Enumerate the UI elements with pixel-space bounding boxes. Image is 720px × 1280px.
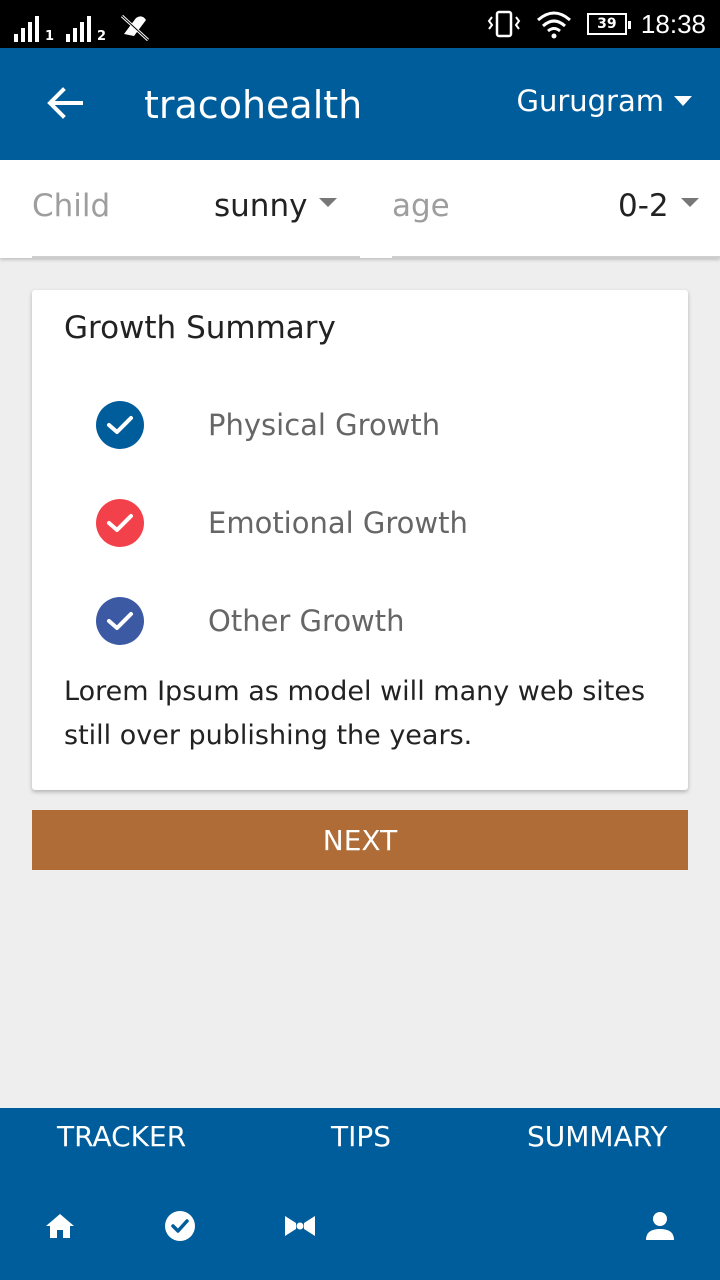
- check-circle-icon: [96, 401, 144, 449]
- age-value: 0-2: [618, 188, 669, 224]
- arrow-back-icon: [47, 87, 83, 119]
- battery-level: 39: [597, 16, 617, 32]
- age-underline: [392, 256, 720, 258]
- sim1-label: 1: [45, 29, 55, 44]
- bowtie-icon[interactable]: [280, 1206, 320, 1246]
- growth-item-label: Physical Growth: [208, 408, 441, 442]
- filter-bar: Child sunny age 0-2: [0, 160, 720, 258]
- growth-item-other[interactable]: Other Growth: [96, 596, 405, 646]
- city-dropdown[interactable]: Gurugram: [516, 84, 692, 118]
- age-label: age: [392, 188, 450, 224]
- mute-icon: [121, 14, 150, 42]
- dropdown-caret-icon: [680, 197, 699, 207]
- tab-tips[interactable]: TIPS: [331, 1120, 391, 1153]
- app-bar: tracohealth Gurugram: [0, 48, 720, 160]
- person-icon[interactable]: [640, 1206, 680, 1246]
- back-button[interactable]: [40, 78, 90, 128]
- sim2-label: 2: [97, 29, 107, 44]
- check-circle-icon[interactable]: [160, 1206, 200, 1246]
- signal-strength-icon: [14, 16, 39, 42]
- home-icon[interactable]: [40, 1206, 80, 1246]
- growth-summary-card: Growth Summary Physical Growth Emotional…: [32, 290, 688, 790]
- dropdown-caret-icon: [319, 197, 338, 207]
- battery-icon: 39: [586, 13, 631, 35]
- age-dropdown[interactable]: 0-2: [618, 188, 699, 224]
- growth-item-emotional[interactable]: Emotional Growth: [96, 498, 468, 548]
- child-underline: [32, 256, 360, 258]
- status-bar: 1 2 39 18:38: [0, 0, 720, 48]
- status-right: 39 18:38: [487, 0, 706, 48]
- child-dropdown[interactable]: sunny: [214, 188, 338, 224]
- app-title: tracohealth: [144, 83, 363, 127]
- child-label: Child: [32, 188, 111, 224]
- clock: 18:38: [640, 8, 706, 39]
- tab-tracker[interactable]: TRACKER: [57, 1120, 186, 1153]
- tab-summary[interactable]: SUMMARY: [527, 1120, 668, 1153]
- dropdown-caret-icon: [674, 96, 692, 106]
- card-title: Growth Summary: [64, 310, 336, 346]
- next-button[interactable]: NEXT: [32, 810, 688, 870]
- bottom-nav: TRACKER TIPS SUMMARY: [0, 1108, 720, 1280]
- growth-item-label: Emotional Growth: [208, 506, 468, 540]
- summary-description: Lorem Ipsum as model will many web sites…: [64, 676, 646, 751]
- vibrate-icon: [487, 10, 521, 38]
- growth-item-physical[interactable]: Physical Growth: [96, 400, 440, 450]
- wifi-icon: [536, 11, 571, 39]
- city-value: Gurugram: [516, 84, 664, 118]
- child-value: sunny: [214, 188, 308, 224]
- check-circle-icon: [96, 499, 144, 547]
- status-left: 1 2: [14, 8, 152, 44]
- growth-item-label: Other Growth: [208, 604, 405, 638]
- check-circle-icon: [96, 597, 144, 645]
- signal-strength-icon: [66, 16, 92, 42]
